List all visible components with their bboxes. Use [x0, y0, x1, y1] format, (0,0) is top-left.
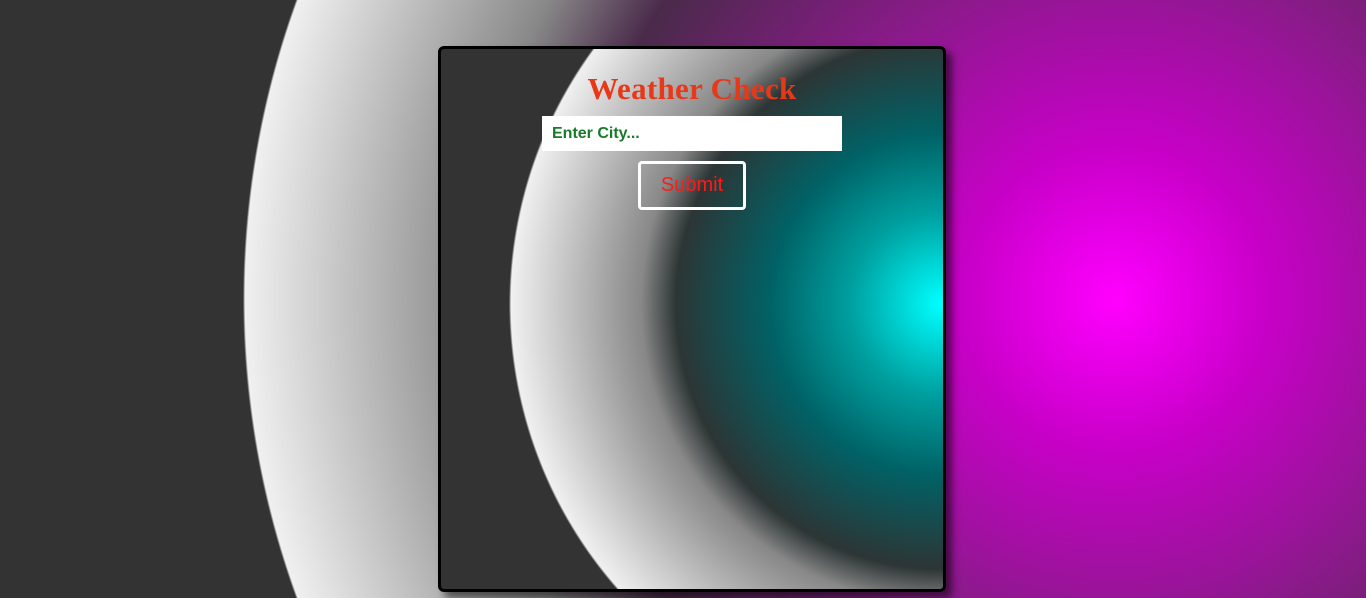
page-title: Weather Check — [587, 71, 797, 106]
page-background: { "header": { "title": "Weather Check" }… — [0, 0, 1366, 598]
city-search-input[interactable] — [542, 116, 842, 151]
submit-button[interactable]: Submit — [638, 161, 746, 210]
weather-card: Weather Check Submit — [438, 46, 946, 592]
